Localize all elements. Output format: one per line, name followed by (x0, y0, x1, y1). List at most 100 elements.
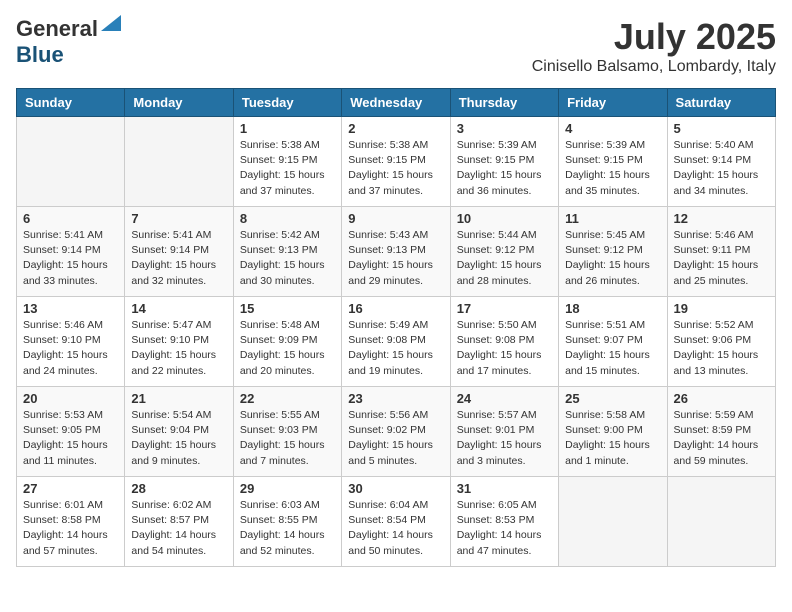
calendar-cell: 24 Sunrise: 5:57 AMSunset: 9:01 PMDayligh… (450, 387, 558, 477)
calendar-header-sunday: Sunday (17, 89, 125, 117)
calendar-cell: 22 Sunrise: 5:55 AMSunset: 9:03 PMDayligh… (233, 387, 341, 477)
day-number: 10 (457, 211, 552, 226)
calendar-cell: 17 Sunrise: 5:50 AMSunset: 9:08 PMDayligh… (450, 297, 558, 387)
day-number: 14 (131, 301, 226, 316)
day-info: Sunrise: 6:04 AMSunset: 8:54 PMDaylight:… (348, 498, 443, 559)
day-info: Sunrise: 6:05 AMSunset: 8:53 PMDaylight:… (457, 498, 552, 559)
calendar-cell (125, 117, 233, 207)
calendar-cell: 15 Sunrise: 5:48 AMSunset: 9:09 PMDayligh… (233, 297, 341, 387)
day-info: Sunrise: 5:39 AMSunset: 9:15 PMDaylight:… (457, 138, 552, 199)
day-info: Sunrise: 5:52 AMSunset: 9:06 PMDaylight:… (674, 318, 769, 379)
day-info: Sunrise: 5:47 AMSunset: 9:10 PMDaylight:… (131, 318, 226, 379)
day-info: Sunrise: 5:50 AMSunset: 9:08 PMDaylight:… (457, 318, 552, 379)
day-number: 30 (348, 481, 443, 496)
day-number: 23 (348, 391, 443, 406)
day-number: 19 (674, 301, 769, 316)
day-info: Sunrise: 5:53 AMSunset: 9:05 PMDaylight:… (23, 408, 118, 469)
day-number: 25 (565, 391, 660, 406)
day-info: Sunrise: 5:43 AMSunset: 9:13 PMDaylight:… (348, 228, 443, 289)
calendar-week-row: 20 Sunrise: 5:53 AMSunset: 9:05 PMDayligh… (17, 387, 776, 477)
calendar-cell: 4Sunrise: 5:39 AMSunset: 9:15 PMDaylight… (559, 117, 667, 207)
day-number: 1 (240, 121, 335, 136)
day-number: 15 (240, 301, 335, 316)
calendar-cell (667, 477, 775, 567)
calendar-cell: 26Sunrise: 5:59 AMSunset: 8:59 PMDayligh… (667, 387, 775, 477)
calendar-header-friday: Friday (559, 89, 667, 117)
day-number: 17 (457, 301, 552, 316)
calendar-cell: 2 Sunrise: 5:38 AMSunset: 9:15 PMDaylight… (342, 117, 450, 207)
calendar-cell: 18 Sunrise: 5:51 AMSunset: 9:07 PMDayligh… (559, 297, 667, 387)
day-number: 5 (674, 121, 769, 136)
calendar-cell: 20 Sunrise: 5:53 AMSunset: 9:05 PMDayligh… (17, 387, 125, 477)
day-info: Sunrise: 5:48 AMSunset: 9:09 PMDaylight:… (240, 318, 335, 379)
day-info: Sunrise: 6:03 AMSunset: 8:55 PMDaylight:… (240, 498, 335, 559)
calendar-cell: 3 Sunrise: 5:39 AMSunset: 9:15 PMDaylight… (450, 117, 558, 207)
calendar-cell: 9 Sunrise: 5:43 AMSunset: 9:13 PMDaylight… (342, 207, 450, 297)
day-info: Sunrise: 5:38 AMSunset: 9:15 PMDaylight:… (348, 138, 443, 199)
calendar-cell: 7 Sunrise: 5:41 AMSunset: 9:14 PMDaylight… (125, 207, 233, 297)
logo: General Blue (16, 16, 121, 68)
calendar-header-monday: Monday (125, 89, 233, 117)
day-info: Sunrise: 5:46 AMSunset: 9:10 PMDaylight:… (23, 318, 118, 379)
logo-wing-icon (101, 15, 121, 36)
day-info: Sunrise: 5:40 AMSunset: 9:14 PMDaylight:… (674, 138, 769, 199)
calendar-cell: 14 Sunrise: 5:47 AMSunset: 9:10 PMDayligh… (125, 297, 233, 387)
day-number: 24 (457, 391, 552, 406)
day-info: Sunrise: 6:02 AMSunset: 8:57 PMDaylight:… (131, 498, 226, 559)
calendar-cell: 23 Sunrise: 5:56 AMSunset: 9:02 PMDayligh… (342, 387, 450, 477)
calendar-header-saturday: Saturday (667, 89, 775, 117)
day-info: Sunrise: 6:01 AMSunset: 8:58 PMDaylight:… (23, 498, 118, 559)
calendar-week-row: 27 Sunrise: 6:01 AMSunset: 8:58 PMDayligh… (17, 477, 776, 567)
calendar-header-wednesday: Wednesday (342, 89, 450, 117)
calendar-header-thursday: Thursday (450, 89, 558, 117)
calendar-cell: 16 Sunrise: 5:49 AMSunset: 9:08 PMDayligh… (342, 297, 450, 387)
logo-general: General (16, 16, 98, 42)
calendar-cell: 5 Sunrise: 5:40 AMSunset: 9:14 PMDaylight… (667, 117, 775, 207)
calendar-week-row: 1 Sunrise: 5:38 AMSunset: 9:15 PMDaylight… (17, 117, 776, 207)
day-number: 18 (565, 301, 660, 316)
calendar-header-tuesday: Tuesday (233, 89, 341, 117)
calendar-table: SundayMondayTuesdayWednesdayThursdayFrid… (16, 88, 776, 567)
calendar-cell (559, 477, 667, 567)
day-info: Sunrise: 5:44 AMSunset: 9:12 PMDaylight:… (457, 228, 552, 289)
day-info: Sunrise: 5:55 AMSunset: 9:03 PMDaylight:… (240, 408, 335, 469)
calendar-cell: 11 Sunrise: 5:45 AMSunset: 9:12 PMDayligh… (559, 207, 667, 297)
day-number: 27 (23, 481, 118, 496)
day-number: 8 (240, 211, 335, 226)
day-number: 22 (240, 391, 335, 406)
page-header: General Blue July 2025 Cinisello Balsamo… (16, 16, 776, 76)
calendar-cell: 19 Sunrise: 5:52 AMSunset: 9:06 PMDayligh… (667, 297, 775, 387)
calendar-cell: 29Sunrise: 6:03 AMSunset: 8:55 PMDayligh… (233, 477, 341, 567)
day-info: Sunrise: 5:54 AMSunset: 9:04 PMDaylight:… (131, 408, 226, 469)
day-info: Sunrise: 5:38 AMSunset: 9:15 PMDaylight:… (240, 138, 335, 199)
day-info: Sunrise: 5:49 AMSunset: 9:08 PMDaylight:… (348, 318, 443, 379)
day-number: 11 (565, 211, 660, 226)
day-info: Sunrise: 5:51 AMSunset: 9:07 PMDaylight:… (565, 318, 660, 379)
calendar-week-row: 13Sunrise: 5:46 AMSunset: 9:10 PMDayligh… (17, 297, 776, 387)
day-info: Sunrise: 5:57 AMSunset: 9:01 PMDaylight:… (457, 408, 552, 469)
title-section: July 2025 Cinisello Balsamo, Lombardy, I… (532, 16, 776, 76)
day-number: 7 (131, 211, 226, 226)
day-number: 16 (348, 301, 443, 316)
calendar-cell: 8Sunrise: 5:42 AMSunset: 9:13 PMDaylight… (233, 207, 341, 297)
day-info: Sunrise: 5:45 AMSunset: 9:12 PMDaylight:… (565, 228, 660, 289)
day-number: 2 (348, 121, 443, 136)
calendar-cell: 1 Sunrise: 5:38 AMSunset: 9:15 PMDaylight… (233, 117, 341, 207)
day-info: Sunrise: 5:56 AMSunset: 9:02 PMDaylight:… (348, 408, 443, 469)
location-title: Cinisello Balsamo, Lombardy, Italy (532, 58, 776, 76)
calendar-week-row: 6 Sunrise: 5:41 AMSunset: 9:14 PMDaylight… (17, 207, 776, 297)
calendar-cell: 31Sunrise: 6:05 AMSunset: 8:53 PMDayligh… (450, 477, 558, 567)
day-number: 6 (23, 211, 118, 226)
day-number: 20 (23, 391, 118, 406)
day-info: Sunrise: 5:46 AMSunset: 9:11 PMDaylight:… (674, 228, 769, 289)
day-number: 3 (457, 121, 552, 136)
calendar-cell: 13Sunrise: 5:46 AMSunset: 9:10 PMDayligh… (17, 297, 125, 387)
day-number: 12 (674, 211, 769, 226)
day-number: 21 (131, 391, 226, 406)
day-info: Sunrise: 5:41 AMSunset: 9:14 PMDaylight:… (131, 228, 226, 289)
calendar-cell: 27 Sunrise: 6:01 AMSunset: 8:58 PMDayligh… (17, 477, 125, 567)
calendar-cell: 25 Sunrise: 5:58 AMSunset: 9:00 PMDayligh… (559, 387, 667, 477)
day-info: Sunrise: 5:58 AMSunset: 9:00 PMDaylight:… (565, 408, 660, 469)
day-number: 9 (348, 211, 443, 226)
month-title: July 2025 (532, 16, 776, 58)
